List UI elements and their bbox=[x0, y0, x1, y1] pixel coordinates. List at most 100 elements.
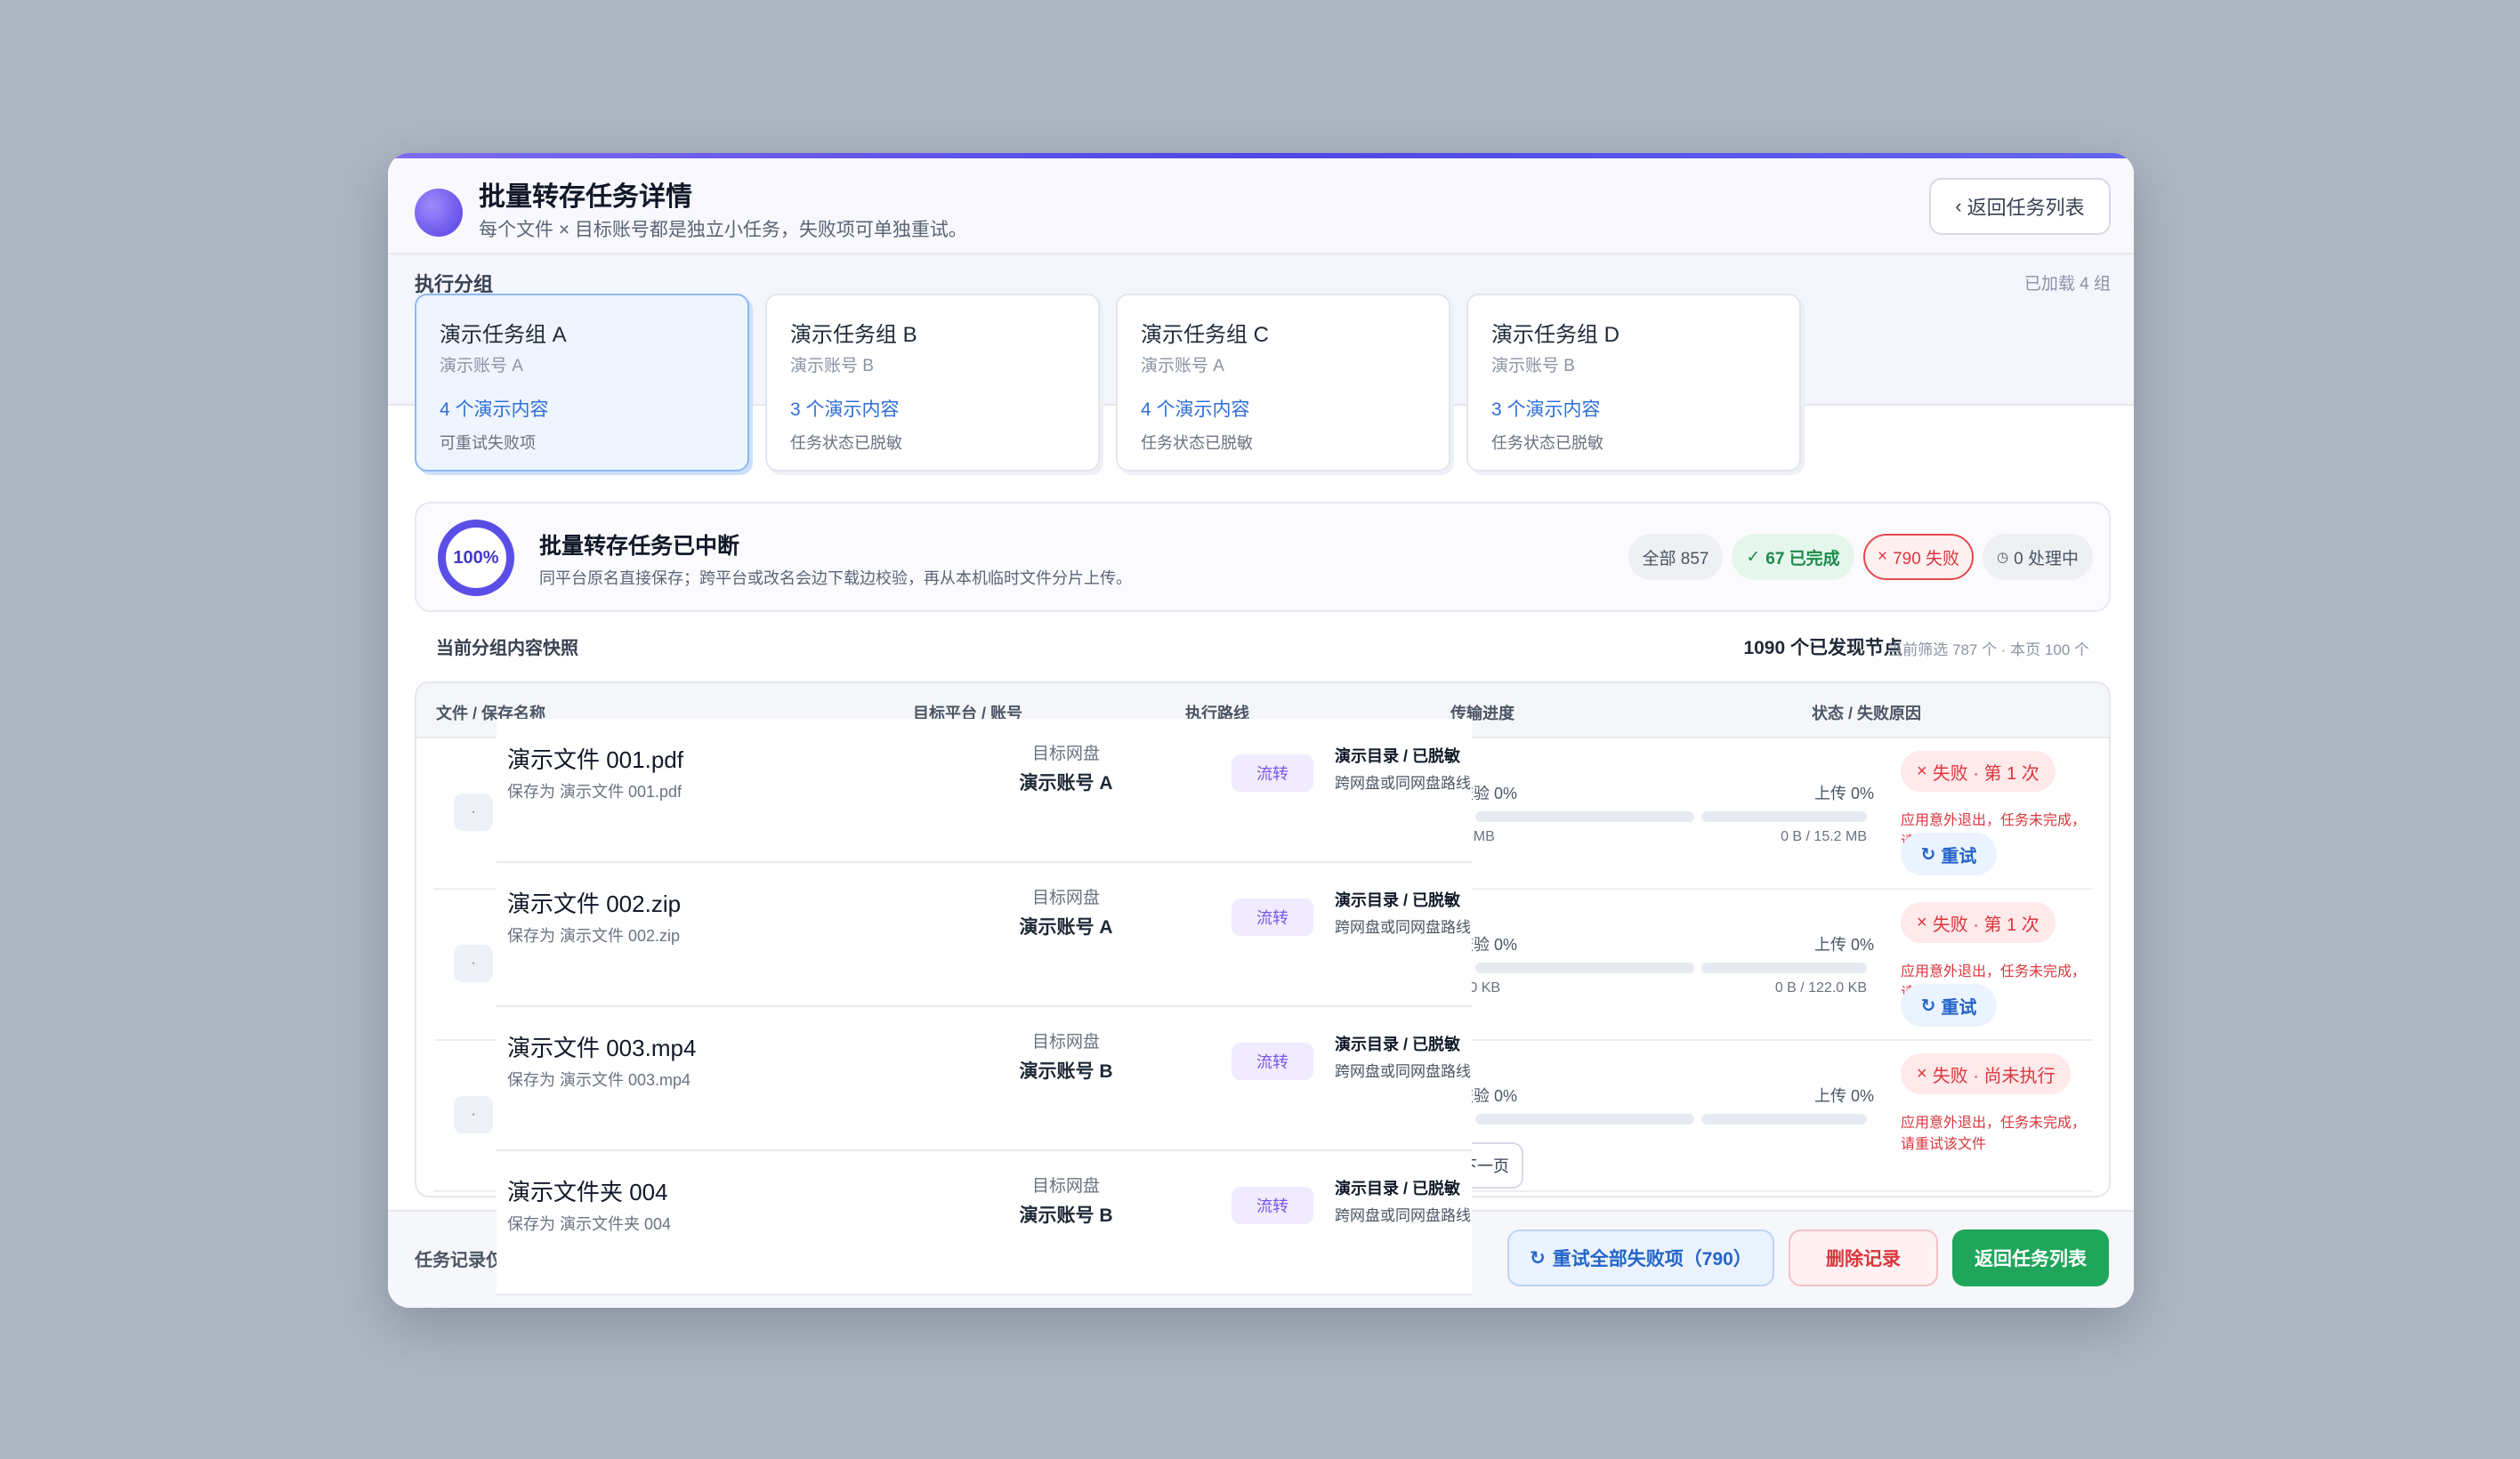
back-button-label: 返回任务列表 bbox=[1967, 197, 2085, 219]
close-icon: × bbox=[1917, 912, 1927, 932]
target-account: 演示账号 A bbox=[1019, 773, 1113, 794]
filter-chip-failed[interactable]: × 790 失败 bbox=[1863, 534, 1974, 580]
close-icon: × bbox=[1917, 1063, 1927, 1084]
upload-bar bbox=[1701, 963, 1867, 973]
list-item[interactable]: 演示文件 002.zip 保存为 演示文件 002.zip 目标网盘 演示账号 … bbox=[497, 863, 1472, 1007]
target-account: 演示账号 B bbox=[1019, 1205, 1113, 1226]
verify-bar bbox=[1475, 963, 1694, 973]
status-title: 批量转存任务已中断 bbox=[539, 534, 740, 559]
group-name: 演示任务组 D bbox=[1491, 323, 1619, 347]
upload-bar bbox=[1701, 811, 1867, 822]
group-name: 演示任务组 A bbox=[440, 323, 567, 347]
group-status: 任务状态已脱敏 bbox=[1491, 434, 1603, 452]
badge-label: 失败 · 第 1 次 bbox=[1932, 915, 2039, 935]
delete-label: 删除记录 bbox=[1826, 1249, 1901, 1270]
list-item[interactable]: 演示文件 001.pdf 保存为 演示文件 001.pdf 目标网盘 演示账号 … bbox=[497, 719, 1472, 863]
file-name: 演示文件 001.pdf bbox=[507, 746, 683, 773]
list-item[interactable]: 演示文件 003.mp4 保存为 演示文件 003.mp4 目标网盘 演示账号 … bbox=[497, 1007, 1472, 1151]
list-item[interactable]: 演示文件夹 004 保存为 演示文件夹 004 目标网盘 演示账号 B 流转 演… bbox=[497, 1151, 1472, 1295]
target-dir: 演示目录 / 已脱敏 bbox=[1335, 891, 1461, 909]
row-checkbox[interactable]: · bbox=[454, 945, 493, 982]
save-as: 保存为 演示文件 003.mp4 bbox=[507, 1071, 691, 1089]
file-name: 演示文件 002.zip bbox=[507, 891, 682, 917]
upload-progress: 上传 0% bbox=[1813, 936, 1874, 954]
group-count: 3 个演示内容 bbox=[790, 399, 900, 420]
route-tag: 流转 bbox=[1232, 1187, 1313, 1224]
target-dir: 演示目录 / 已脱敏 bbox=[1335, 747, 1461, 765]
group-card-d[interactable]: 演示任务组 D 演示账号 B 3 个演示内容 任务状态已脱敏 bbox=[1466, 294, 1801, 472]
modal-header: 批量转存任务详情 每个文件 × 目标账号都是独立小任务，失败项可单独重试。 ‹ … bbox=[388, 158, 2134, 472]
save-as: 保存为 演示文件夹 004 bbox=[507, 1215, 672, 1233]
retry-all-failed-button[interactable]: ↻ 重试全部失败项（790） bbox=[1507, 1229, 1774, 1286]
filter-info: 当前筛选 787 个 · 本页 100 个 bbox=[1887, 641, 2089, 658]
back-label: 返回任务列表 bbox=[1975, 1249, 2087, 1270]
target-platform: 目标网盘 bbox=[1031, 889, 1100, 907]
fail-reason: 应用意外退出，任务未完成，请重试该文件 bbox=[1901, 1116, 2087, 1152]
status-description: 同平台原名直接保存；跨平台或改名会边下载边校验，再从本机临时文件分片上传。 bbox=[539, 569, 1132, 587]
filter-chip-all[interactable]: 全部 857 bbox=[1628, 534, 1723, 580]
delete-record-button[interactable]: 删除记录 bbox=[1789, 1229, 1938, 1286]
refresh-icon: ↻ bbox=[1530, 1247, 1546, 1269]
verify-bar bbox=[1475, 811, 1694, 822]
title-bar: 批量转存任务详情 每个文件 × 目标账号都是独立小任务，失败项可单独重试。 ‹ … bbox=[388, 158, 2134, 254]
target-platform: 目标网盘 bbox=[1031, 1177, 1100, 1196]
chip-label: 790 失败 bbox=[1893, 549, 1960, 568]
target-platform: 目标网盘 bbox=[1031, 745, 1100, 763]
nodes-found-count: 1090 个已发现节点 bbox=[1743, 638, 1902, 658]
retry-button[interactable]: ↻ 重试 bbox=[1901, 833, 1997, 875]
close-icon: × bbox=[1877, 547, 1888, 566]
chip-label: 67 已完成 bbox=[1765, 549, 1840, 568]
row-checkbox[interactable]: · bbox=[454, 794, 493, 831]
filter-chip-processing[interactable]: ◷ 0 处理中 bbox=[1983, 534, 2093, 580]
clock-icon: ◷ bbox=[1997, 550, 2009, 565]
group-name: 演示任务组 B bbox=[790, 323, 917, 347]
filter-chip-done[interactable]: ✓ 67 已完成 bbox=[1732, 534, 1854, 580]
group-name: 演示任务组 C bbox=[1141, 323, 1269, 347]
upload-bar bbox=[1701, 1114, 1867, 1124]
route-tag: 流转 bbox=[1232, 754, 1313, 792]
status-badge: × 失败 · 尚未执行 bbox=[1901, 1053, 2072, 1094]
group-status: 任务状态已脱敏 bbox=[1141, 434, 1253, 452]
retry-all-label: 重试全部失败项（790） bbox=[1552, 1249, 1752, 1270]
group-count: 4 个演示内容 bbox=[1141, 399, 1250, 420]
refresh-icon: ↻ bbox=[1920, 996, 1936, 1016]
back-to-list-button[interactable]: ‹ 返回任务列表 bbox=[1929, 178, 2111, 235]
row-checkbox[interactable]: · bbox=[454, 1096, 493, 1133]
group-account: 演示账号 B bbox=[790, 357, 874, 375]
target-account: 演示账号 B bbox=[1019, 1061, 1113, 1082]
retry-label: 重试 bbox=[1941, 846, 1977, 867]
upload-size: 0 B / 15.2 MB bbox=[1781, 829, 1867, 844]
status-badge: × 失败 · 第 1 次 bbox=[1901, 751, 2056, 792]
group-card-a[interactable]: 演示任务组 A 演示账号 A 4 个演示内容 可重试失败项 bbox=[415, 294, 749, 472]
save-as: 保存为 演示文件 002.zip bbox=[507, 927, 681, 945]
close-icon: × bbox=[1917, 761, 1927, 781]
route-tag: 流转 bbox=[1232, 899, 1313, 936]
footer-back-button[interactable]: 返回任务列表 bbox=[1952, 1229, 2109, 1286]
retry-label: 重试 bbox=[1941, 997, 1977, 1018]
group-status: 任务状态已脱敏 bbox=[790, 434, 902, 452]
route-desc: 跨网盘或同网盘路线 bbox=[1335, 1063, 1471, 1080]
route-tag: 流转 bbox=[1232, 1043, 1313, 1080]
task-status-summary: 100% 批量转存任务已中断 同平台原名直接保存；跨平台或改名会边下载边校验，再… bbox=[415, 502, 2111, 612]
col-status: 状态 / 失败原因 bbox=[1812, 705, 1922, 722]
status-badge: × 失败 · 第 1 次 bbox=[1901, 902, 2056, 943]
retry-button[interactable]: ↻ 重试 bbox=[1901, 984, 1997, 1027]
file-name: 演示文件 003.mp4 bbox=[507, 1035, 697, 1061]
groups-loaded-count: 已加载 4 组 bbox=[2023, 275, 2111, 294]
footer-note: 任务记录仅 bbox=[415, 1251, 504, 1270]
group-card-c[interactable]: 演示任务组 C 演示账号 A 4 个演示内容 任务状态已脱敏 bbox=[1116, 294, 1450, 472]
snapshot-label: 当前分组内容快照 bbox=[436, 639, 578, 658]
check-icon: ✓ bbox=[1746, 547, 1761, 567]
upload-progress: 上传 0% bbox=[1813, 785, 1874, 802]
app-orb-icon bbox=[415, 189, 463, 237]
route-desc: 跨网盘或同网盘路线 bbox=[1335, 919, 1471, 936]
target-platform: 目标网盘 bbox=[1031, 1033, 1100, 1052]
group-card-b[interactable]: 演示任务组 B 演示账号 B 3 个演示内容 任务状态已脱敏 bbox=[765, 294, 1100, 472]
badge-label: 失败 · 尚未执行 bbox=[1932, 1066, 2056, 1086]
progress-ring: 100% bbox=[438, 520, 514, 596]
refresh-icon: ↻ bbox=[1920, 844, 1936, 865]
group-count: 4 个演示内容 bbox=[440, 399, 549, 420]
route-desc: 跨网盘或同网盘路线 bbox=[1335, 1207, 1471, 1224]
floating-rows-overlay: 演示文件 001.pdf 保存为 演示文件 001.pdf 目标网盘 演示账号 … bbox=[497, 719, 1472, 1295]
upload-progress: 上传 0% bbox=[1813, 1087, 1874, 1105]
